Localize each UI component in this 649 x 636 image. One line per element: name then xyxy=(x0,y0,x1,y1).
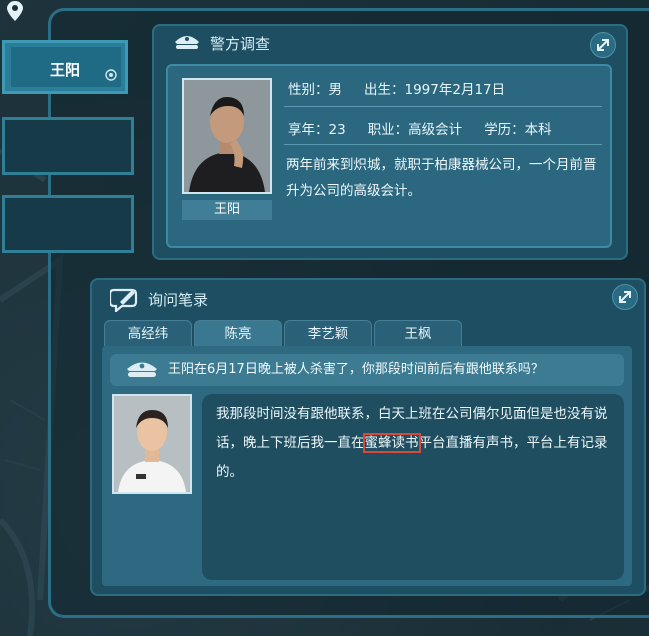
police-icon xyxy=(127,362,157,377)
victim-info-card: 王阳 性别：男 出生：1997年2月17日 享年：23 职业：高级会计 学历：本科 两… xyxy=(166,64,612,248)
interview-panel-title: 询问笔录 xyxy=(148,290,209,309)
chat-pen-icon xyxy=(110,288,138,312)
victim-photo xyxy=(182,78,272,194)
interview-body: 王阳在6月17日晚上被人杀害了，你那段时间前后有跟他联系吗？ 我那段时间没有跟他… xyxy=(102,346,632,586)
education-text: 学历：本科 xyxy=(484,122,552,138)
side-tab-wangyang[interactable]: 王阳 xyxy=(2,40,128,94)
tab-li-yiying[interactable]: 李艺颖 xyxy=(284,320,372,346)
witness-tabs: 高经纬 陈亮 李艺颖 王枫 xyxy=(104,320,462,346)
eye-icon xyxy=(105,69,117,81)
answer-text: 我那段时间没有跟他联系，白天上班在公司偶尔见面但是也没有说话，晚上下班后我一直在… xyxy=(216,400,614,487)
interview-panel-header: 询问笔录 xyxy=(110,286,208,312)
age-text: 享年：23 xyxy=(288,122,346,138)
location-pin-icon[interactable] xyxy=(7,1,23,21)
birth-text: 出生：1997年2月17日 xyxy=(364,82,506,98)
gender-text: 性别：男 xyxy=(288,82,342,98)
tab-gao-jingwei[interactable]: 高经纬 xyxy=(104,320,192,346)
witness-photo xyxy=(112,394,192,494)
police-panel-header: 警方调查 xyxy=(172,32,270,54)
expand-icon[interactable] xyxy=(612,284,638,310)
interview-record-panel: 询问笔录 高经纬 陈亮 李艺颖 王枫 王阳在6月17日晚上被人杀害了，你那段时间… xyxy=(90,278,646,596)
divider xyxy=(284,106,602,107)
victim-name: 王阳 xyxy=(182,200,272,220)
job-text: 职业：高级会计 xyxy=(367,122,463,138)
expand-icon[interactable] xyxy=(590,32,616,58)
police-icon xyxy=(175,36,199,49)
police-question: 王阳在6月17日晚上被人杀害了，你那段时间前后有跟他联系吗？ xyxy=(110,354,624,386)
side-tab-empty-2[interactable] xyxy=(2,195,134,253)
tab-chen-liang[interactable]: 陈亮 xyxy=(194,320,282,346)
info-row-1: 性别：男 出生：1997年2月17日 xyxy=(288,78,505,98)
question-text: 王阳在6月17日晚上被人杀害了，你那段时间前后有跟他联系吗？ xyxy=(168,362,544,377)
tab-wang-feng[interactable]: 王枫 xyxy=(374,320,462,346)
victim-description: 两年前来到炽城，就职于柏康器械公司，一个月前晋升为公司的高级会计。 xyxy=(286,157,597,199)
highlighted-clue[interactable]: 蜜蜂读书 xyxy=(362,433,421,453)
info-row-2: 享年：23 职业：高级会计 学历：本科 xyxy=(288,118,552,138)
divider xyxy=(284,144,602,145)
police-panel-title: 警方调查 xyxy=(210,34,271,53)
side-tab-empty-1[interactable] xyxy=(2,117,134,175)
police-investigation-panel: 警方调查 王阳 性别：男 出生：1997年2月17日 享年：23 职业：高级会计 学历… xyxy=(152,24,628,260)
witness-answer: 我那段时间没有跟他联系，白天上班在公司偶尔见面但是也没有说话，晚上下班后我一直在… xyxy=(202,394,624,580)
